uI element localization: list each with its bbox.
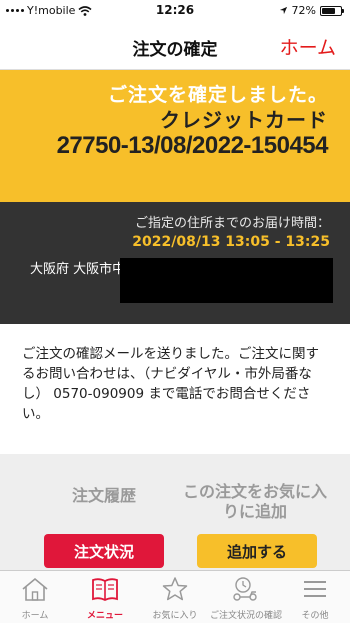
confirmation-email-notice: ご注文の確認メールを送りました。ご注文に関するお問い合わせは、（ナビダイヤル・市…: [0, 324, 350, 454]
confirmation-banner: ご注文を確定しました。 クレジットカード 27750-13/08/2022-15…: [0, 70, 350, 202]
star-icon: [162, 577, 188, 601]
tab-favorites[interactable]: お気に入り: [140, 571, 210, 623]
status-bar: Y!mobile 12:26 72%: [0, 0, 350, 22]
tab-bar: ホーム メニュー お気に入り ご注文状況の確認 その他: [0, 570, 350, 623]
tab-label: その他: [301, 611, 329, 621]
tab-label: お気に入り: [152, 611, 198, 621]
payment-method: クレジットカード: [160, 108, 328, 132]
actions-section: 注文履歴 この注文をお気に入りに追加 注文状況 追加する: [0, 454, 350, 570]
tab-label: メニュー: [86, 611, 123, 621]
delivery-heading: ご指定の住所までのお届け時間：: [134, 216, 330, 231]
house-icon: [22, 577, 48, 601]
tab-label: ご注文状況の確認: [210, 611, 283, 621]
nav-bar: 注文の確定 ホーム: [0, 22, 350, 70]
delivery-scooter-icon: [233, 577, 257, 601]
menu-book-icon: [92, 578, 118, 602]
home-link[interactable]: ホーム: [280, 33, 336, 60]
hamburger-icon: [304, 581, 326, 597]
tab-other[interactable]: その他: [280, 571, 350, 623]
tab-order-status[interactable]: ご注文状況の確認: [210, 571, 283, 623]
add-favorite-button[interactable]: 追加する: [197, 534, 317, 568]
confirmation-message: ご注文を確定しました。: [107, 84, 328, 106]
tab-label: ホーム: [21, 611, 49, 621]
order-number: 27750-13/08/2022-150454: [56, 132, 329, 159]
location-arrow-icon: [279, 6, 287, 15]
battery-percent: 72%: [291, 4, 316, 17]
delivery-time: 2022/08/13 13:05 - 13:25: [132, 234, 330, 250]
redacted-address: [120, 258, 333, 303]
order-history-label: 注文履歴: [71, 486, 136, 505]
battery-icon: [320, 5, 344, 16]
order-status-button[interactable]: 注文状況: [44, 534, 164, 568]
favorite-order-label: この注文をお気に入りに追加: [182, 482, 327, 521]
tab-menu[interactable]: メニュー: [70, 571, 140, 623]
delivery-section: ご指定の住所までのお届け時間： 2022/08/13 13:05 - 13:25…: [0, 202, 350, 324]
tab-home[interactable]: ホーム: [0, 571, 70, 623]
